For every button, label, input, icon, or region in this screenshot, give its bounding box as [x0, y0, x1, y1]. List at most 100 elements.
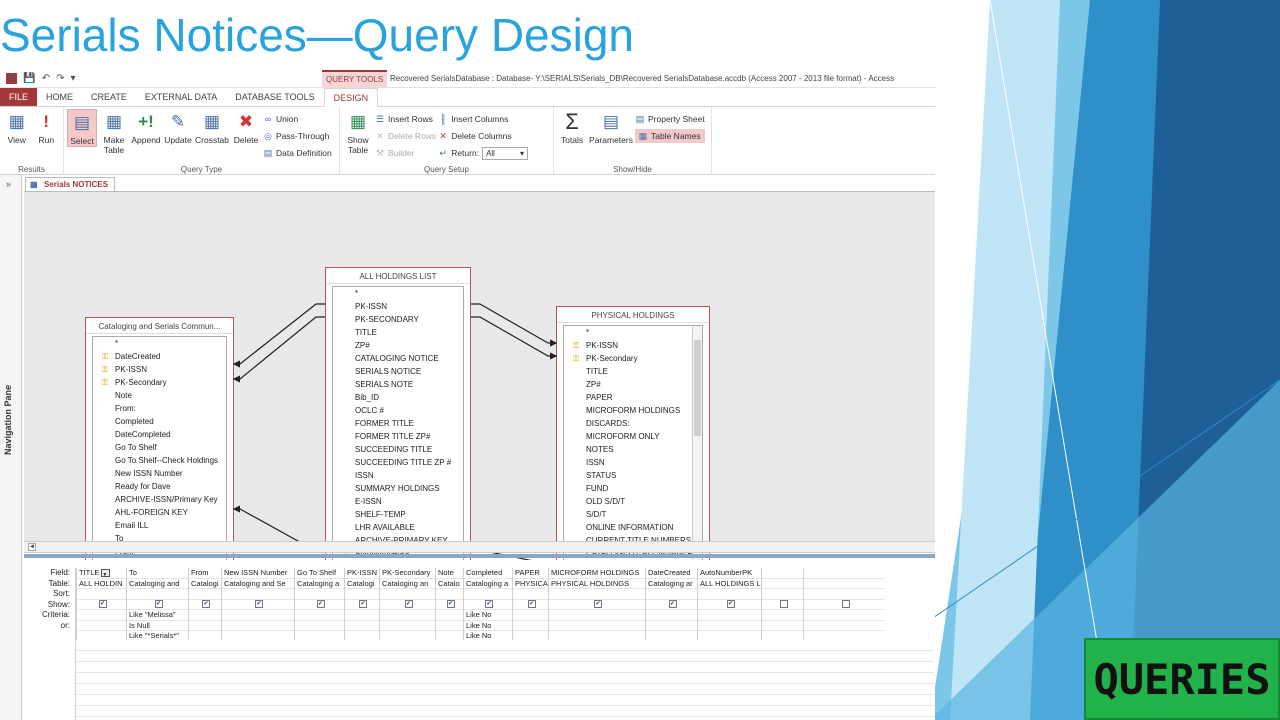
- undo-icon[interactable]: ↶: [42, 73, 50, 84]
- field-item[interactable]: SUCCEEDING TITLE: [333, 443, 463, 456]
- field-item[interactable]: LHR AVAILABLE: [333, 521, 463, 534]
- sort-cell[interactable]: [77, 589, 126, 600]
- field-item[interactable]: ZP#: [564, 378, 702, 391]
- union-button[interactable]: ∞ Union: [263, 112, 332, 126]
- sort-cell[interactable]: [464, 589, 512, 600]
- table-cell[interactable]: Cataloging an: [380, 579, 435, 589]
- table-cell[interactable]: PHYSICAL HOLDINGS: [549, 579, 645, 589]
- sort-cell[interactable]: [295, 589, 344, 600]
- show-checkbox[interactable]: [779, 600, 788, 609]
- field-cell[interactable]: PK-ISSN: [345, 568, 379, 579]
- crosstab-button[interactable]: ▦ Crosstab: [195, 109, 229, 145]
- field-item[interactable]: Completed: [93, 415, 226, 428]
- make-table-button[interactable]: ▦ Make Table: [99, 109, 129, 155]
- field-item[interactable]: TITLE: [333, 326, 463, 339]
- show-table-button[interactable]: ▦ Show Table: [343, 109, 373, 155]
- grid-column[interactable]: DateCreated Cataloging ar ✔: [645, 568, 697, 642]
- tab-create[interactable]: CREATE: [82, 88, 136, 106]
- field-item[interactable]: ISSN: [564, 456, 702, 469]
- field-cell[interactable]: TITLE ▼: [77, 568, 126, 579]
- empty-grid-rows[interactable]: [76, 640, 934, 720]
- show-cell[interactable]: ✔: [464, 600, 512, 610]
- show-checkbox[interactable]: ✔: [154, 600, 163, 609]
- grid-column[interactable]: [761, 568, 803, 642]
- field-item[interactable]: Go To Shelf: [93, 441, 226, 454]
- field-item[interactable]: E-ISSN: [333, 495, 463, 508]
- view-button[interactable]: ▦ View: [3, 109, 31, 145]
- criteria-cell[interactable]: [646, 610, 697, 621]
- sort-cell[interactable]: [436, 589, 463, 600]
- show-cell[interactable]: ✔: [345, 600, 379, 610]
- field-cell[interactable]: PAPER: [513, 568, 548, 579]
- cataloging-table-box[interactable]: Cataloging and Serials Commun... * ⚿ DateC…: [85, 317, 234, 569]
- field-cell[interactable]: AutoNumberPK: [698, 568, 761, 579]
- criteria-cell[interactable]: Like No: [464, 610, 512, 621]
- grid-column[interactable]: TITLE ▼ ALL HOLDIN ✔: [76, 568, 126, 642]
- show-cell[interactable]: ✔: [295, 600, 344, 610]
- show-checkbox[interactable]: ✔: [485, 600, 493, 609]
- show-checkbox[interactable]: ✔: [668, 600, 677, 609]
- sort-cell[interactable]: [513, 589, 548, 600]
- field-item[interactable]: ONLINE INFORMATION: [564, 521, 702, 534]
- field-cell[interactable]: [762, 568, 803, 579]
- pane-splitter[interactable]: [24, 554, 935, 558]
- table-cell[interactable]: [804, 579, 885, 589]
- pass-through-button[interactable]: ◎ Pass-Through: [263, 129, 332, 143]
- sort-cell[interactable]: [127, 589, 188, 600]
- builder-button[interactable]: ⚒ Builder: [375, 146, 436, 160]
- grid-column[interactable]: New ISSN Number Cataloging and Se ✔: [221, 568, 294, 642]
- data-definition-button[interactable]: ▤ Data Definition: [263, 146, 332, 160]
- field-item[interactable]: AHL-FOREIGN KEY: [93, 506, 226, 519]
- field-item[interactable]: PK-SECONDARY: [333, 313, 463, 326]
- sort-cell[interactable]: [646, 589, 697, 600]
- grid-column[interactable]: Note Catalo ✔: [435, 568, 463, 642]
- show-checkbox[interactable]: ✔: [527, 600, 536, 609]
- field-item[interactable]: FUND: [564, 482, 702, 495]
- grid-column[interactable]: PK-ISSN Catalogi ✔: [344, 568, 379, 642]
- field-item[interactable]: Note: [93, 389, 226, 402]
- or-cell[interactable]: [345, 621, 379, 631]
- field-item[interactable]: ⚿ PK-ISSN: [564, 339, 702, 352]
- field-cell[interactable]: PK-Secondary: [380, 568, 435, 579]
- document-tab[interactable]: ▦ Serials NOTICES: [25, 177, 116, 191]
- show-cell[interactable]: ✔: [222, 600, 294, 610]
- grid-columns[interactable]: TITLE ▼ ALL HOLDIN ✔ To Cataloging and ✔ Like "…: [76, 568, 885, 642]
- show-checkbox[interactable]: ✔: [594, 600, 602, 609]
- field-list[interactable]: * ⚿ PK-ISSN ⚿ PK-Secondary TITLE ZP# PAPER MICRO…: [563, 325, 703, 563]
- criteria-cell[interactable]: [698, 610, 761, 621]
- sort-cell[interactable]: [804, 589, 885, 600]
- grid-column[interactable]: AutoNumberPK ALL HOLDINGS L ✔: [697, 568, 761, 642]
- grid-column[interactable]: [803, 568, 885, 642]
- show-checkbox[interactable]: ✔: [446, 600, 455, 609]
- table-cell[interactable]: Catalogi: [345, 579, 379, 589]
- criteria-cell[interactable]: [436, 610, 463, 621]
- field-item[interactable]: SERIALS NOTICE: [333, 365, 463, 378]
- field-item[interactable]: SUMMARY HOLDINGS: [333, 482, 463, 495]
- table-title[interactable]: Cataloging and Serials Commun...: [86, 318, 233, 334]
- or-cell[interactable]: [646, 621, 697, 631]
- field-item[interactable]: *: [333, 287, 463, 300]
- show-cell[interactable]: [762, 600, 803, 610]
- tab-external-data[interactable]: EXTERNAL DATA: [136, 88, 226, 106]
- show-cell[interactable]: ✔: [513, 600, 548, 610]
- field-item[interactable]: ⚿ DateCreated: [93, 350, 226, 363]
- criteria-cell[interactable]: Like "Melissa": [127, 610, 188, 621]
- field-item[interactable]: STATUS: [564, 469, 702, 482]
- field-cell[interactable]: New ISSN Number: [222, 568, 294, 579]
- show-checkbox[interactable]: ✔: [316, 600, 325, 609]
- expand-nav-icon[interactable]: »: [6, 179, 11, 189]
- field-list[interactable]: * ⚿ DateCreated ⚿ PK-ISSN ⚿ PK-Secondary Note Fr…: [92, 336, 227, 562]
- physical-holdings-table-box[interactable]: PHYSICAL HOLDINGS * ⚿ PK-ISSN ⚿ PK-Secondary…: [556, 306, 710, 570]
- delete-columns-button[interactable]: ✕ Delete Columns: [438, 129, 528, 143]
- table-cell[interactable]: Cataloging ar: [646, 579, 697, 589]
- parameters-button[interactable]: ▤ Parameters: [589, 109, 633, 145]
- all-holdings-table-box[interactable]: ALL HOLDINGS LIST * PK-ISSN PK-SECONDARY TI…: [325, 267, 471, 577]
- select-button[interactable]: ▤ Select: [67, 109, 97, 147]
- or-cell[interactable]: Is Null: [127, 621, 188, 631]
- run-button[interactable]: ! Run: [33, 109, 61, 145]
- table-title[interactable]: PHYSICAL HOLDINGS: [557, 307, 709, 323]
- field-item[interactable]: ⚿ PK-Secondary: [93, 376, 226, 389]
- field-cell[interactable]: [804, 568, 885, 579]
- sort-cell[interactable]: [345, 589, 379, 600]
- show-cell[interactable]: ✔: [127, 600, 188, 610]
